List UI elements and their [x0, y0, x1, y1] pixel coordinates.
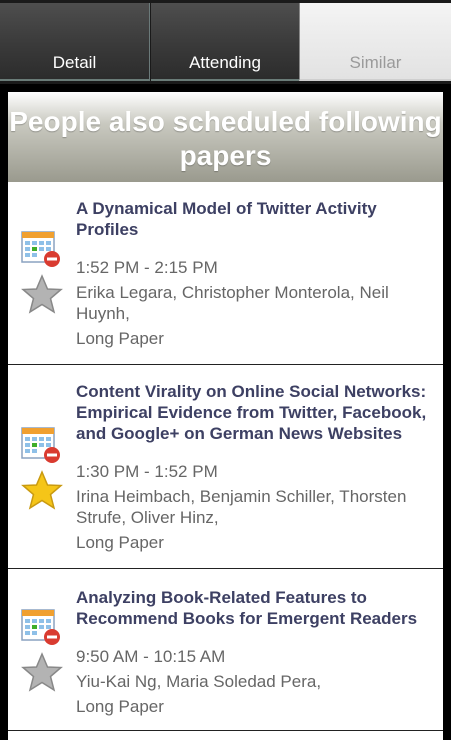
star-icon[interactable] — [20, 651, 64, 695]
star-icon[interactable] — [20, 273, 64, 317]
paper-time: 9:50 AM - 10:15 AM — [76, 647, 226, 666]
list-item[interactable]: Analyzing Book-Related Features to Recom… — [8, 569, 443, 731]
star-icon[interactable] — [20, 469, 64, 513]
paper-title: Analyzing Book-Related Features to Recom… — [76, 588, 418, 628]
tab-detail[interactable]: Detail — [0, 3, 150, 81]
paper-type: Long Paper — [76, 697, 164, 716]
tab-bar: Detail Attending Similar — [0, 0, 451, 84]
paper-type: Long Paper — [76, 533, 164, 552]
item-icons — [20, 425, 64, 513]
paper-authors: Yiu-Kai Ng, Maria Soledad Pera, — [76, 672, 322, 691]
calendar-remove-icon[interactable] — [20, 229, 64, 269]
paper-type: Long Paper — [76, 329, 164, 348]
paper-title: A Dynamical Model of Twitter Activity Pr… — [76, 199, 377, 239]
calendar-remove-icon[interactable] — [20, 607, 64, 647]
list-item[interactable]: Content Virality on Online Social Networ… — [8, 365, 443, 569]
paper-authors: Irina Heimbach, Benjamin Schiller, Thors… — [76, 487, 407, 527]
tab-similar[interactable]: Similar — [299, 3, 451, 81]
list-item[interactable]: A Dynamical Model of Twitter Activity Pr… — [8, 182, 443, 365]
paper-time: 1:52 PM - 2:15 PM — [76, 258, 218, 277]
similar-papers-panel: People also scheduled following papers A… — [8, 92, 443, 740]
calendar-remove-icon[interactable] — [20, 425, 64, 465]
section-header: People also scheduled following papers — [8, 92, 443, 182]
paper-authors: Erika Legara, Christopher Monterola, Nei… — [76, 283, 389, 323]
item-icons — [20, 607, 64, 695]
item-icons — [20, 229, 64, 317]
paper-title: Content Virality on Online Social Networ… — [76, 382, 427, 443]
tab-attending[interactable]: Attending — [151, 3, 299, 81]
paper-time: 1:30 PM - 1:52 PM — [76, 462, 218, 481]
